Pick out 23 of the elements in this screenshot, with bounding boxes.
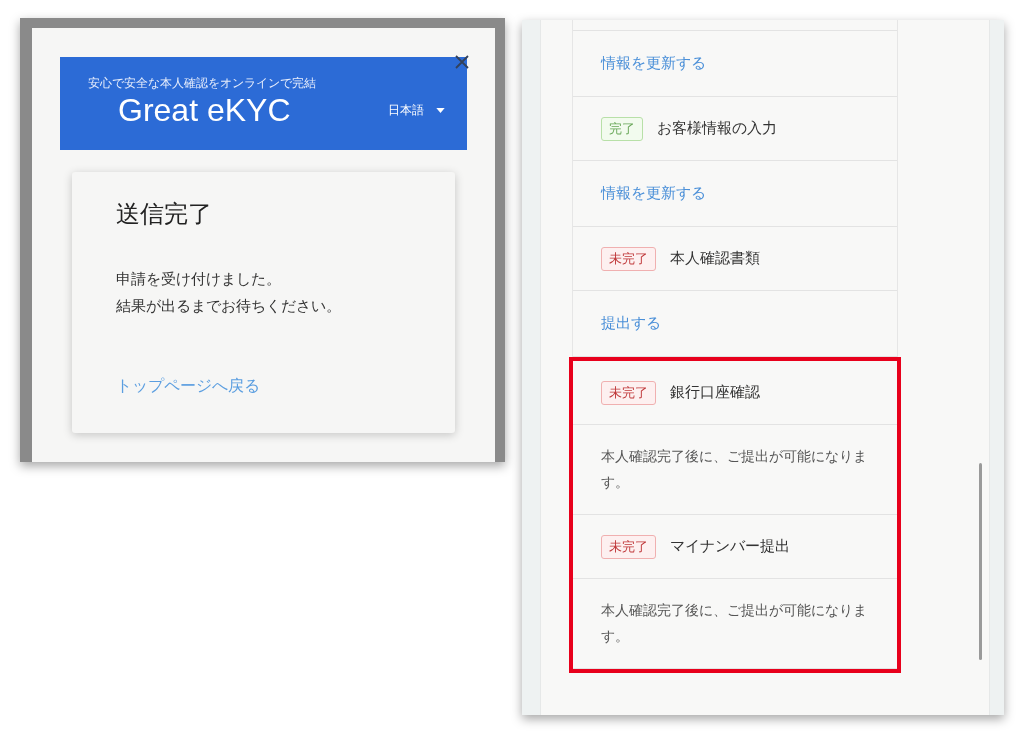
status-badge: 未完了 [601, 380, 656, 405]
step-title: マイナンバー提出 [670, 537, 790, 556]
step-title: 本人確認書類 [670, 249, 760, 268]
step-link[interactable]: 情報を更新する [601, 184, 706, 203]
message-text: 結果が出るまでお待ちください。 [116, 297, 342, 316]
tagline: 安心で安全な本人確認をオンラインで完結 [88, 75, 317, 92]
card-title: 送信完了 [116, 199, 213, 230]
status-badge: 未完了 [601, 246, 656, 271]
caret-icon [436, 108, 445, 113]
close-icon[interactable] [455, 55, 469, 69]
brand-logo-text: Great eKYC [117, 92, 291, 129]
language-dropdown[interactable]: 日本語 [388, 102, 445, 119]
message-text: 申請を受け付けました。 [116, 270, 282, 289]
step-link[interactable]: 情報を更新する [601, 54, 706, 73]
step-note: 本人確認完了後に、ご提出が可能になります。 [601, 446, 868, 492]
back-to-top-link[interactable]: トップページへ戻る [116, 376, 260, 397]
step-title: 銀行口座確認 [670, 383, 760, 402]
status-badge: 完了 [601, 116, 643, 141]
step-note: 本人確認完了後に、ご提出が可能になります。 [601, 600, 868, 646]
scrollbar[interactable] [979, 463, 982, 660]
status-badge: 未完了 [601, 534, 656, 559]
step-link[interactable]: 提出する [601, 314, 661, 333]
step-title: お客様情報の入力 [657, 119, 777, 138]
